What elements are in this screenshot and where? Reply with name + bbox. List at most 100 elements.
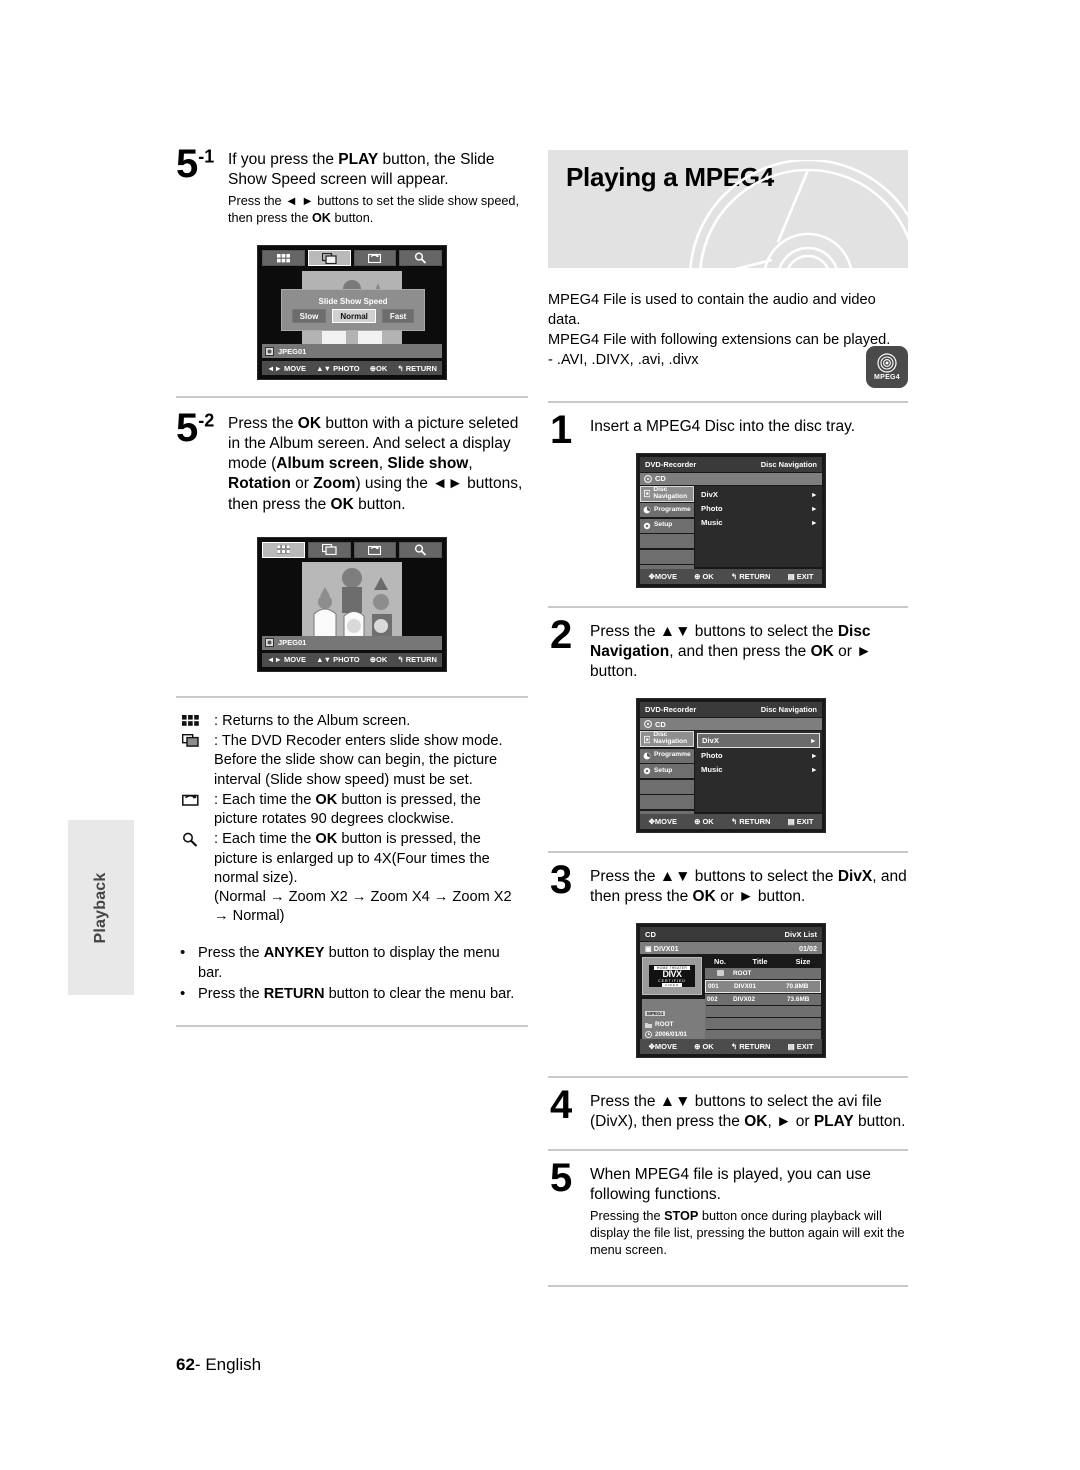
legend-slideshow: : The DVD Recoder enters slide show mode… [176,732,528,790]
key-return: ↰ RETURN [397,363,437,373]
chevron-right-icon: ▸ [812,489,816,499]
zoom-icon[interactable] [399,541,442,558]
folder-icon [645,1023,652,1029]
gear-icon [643,767,651,775]
row-size: 73.6MB [787,996,810,1004]
right-arrow-icon: ► [738,888,754,906]
chevron-right-icon: ▸ [812,765,816,775]
album-grid-icon [182,714,200,729]
osd-disc-row: CD [640,472,822,485]
section-tab-playback: Playback [68,820,134,995]
osd-disc-label: CD [655,474,666,484]
step-5-subtext: Pressing the STOP button once during pla… [590,1208,905,1258]
osd-content: DivX ▸ Photo ▸ Music ▸ [695,731,822,813]
speed-option-slow[interactable]: Slow [291,309,327,324]
programme-icon [643,506,651,514]
menu-item-music[interactable]: Music ▸ [697,763,820,776]
menu-item-divx[interactable]: DivX ▸ [697,488,820,501]
osd-disc-navigation-2: DVD-Recorder Disc Navigation CD Disc Nav… [636,698,826,834]
osd-file-counter: 01/02 [799,943,817,953]
osd-disc-navigation-1: DVD-Recorder Disc Navigation CD Disc Nav… [636,452,826,588]
slideshow-icon[interactable] [307,541,351,558]
key-move: ✥MOVE [648,817,677,827]
sidebar-item-label: Disc Navigation [653,485,688,500]
table-row[interactable]: ROOT [705,968,821,980]
osd-key-bar: ◄► MOVE ▲▼ PHOTO ⊕OK ↰ RETURN [262,652,442,667]
osd-device-name: DVD-Recorder [645,705,697,715]
sidebar-item-setup[interactable]: Setup [640,764,694,779]
osd-subheader: ▣ DIVX01 01/02 [640,942,822,955]
step-4: 4 Press the ▲▼ buttons to select the avi… [548,1085,908,1132]
intro-line-3: - .AVI, .DIVX, .avi, .divx [548,352,699,369]
key-ok: ⊕ OK [694,571,714,581]
zoom-icon[interactable] [399,250,442,267]
logo-bottom-text: VIDEO [661,982,683,987]
osd-disc-label: CD [655,719,666,729]
divx-certified-logo: HOME THEATER DIVX CERTIFIED VIDEO [649,965,695,988]
menu-item-label: Music [701,517,723,527]
key-exit: ▤ EXIT [787,817,814,827]
sidebar-item-label: Disc Navigation [653,731,688,746]
table-row[interactable]: 001 DIVX01 70.8MB [705,980,821,994]
osd-file-label: JPEG01 [278,346,307,356]
album-icon[interactable] [262,250,305,267]
up-down-arrows: ▲▼ [659,622,691,640]
osd-sidebar: Disc Navigation Programme Setup [640,731,694,825]
osd-file-label: JPEG01 [278,638,307,648]
osd-toolbar [262,541,442,558]
menu-item-photo[interactable]: Photo ▸ [697,749,820,762]
step-5-2-text: Press the OK button with a picture selet… [228,415,523,513]
column-title: Title [752,957,768,967]
osd-slide-show-speed: Slide Show Speed Slow Normal Fast JPEG01… [257,245,447,381]
osd-picture-preview [302,561,402,640]
osd-status-bar: JPEG01 [262,635,442,650]
key-move: ✥MOVE [648,1042,677,1052]
speed-option-fast[interactable]: Fast [381,309,415,324]
key-exit: ▤ EXIT [787,1042,814,1052]
section-tab-label: Playback [92,872,109,943]
rotate-icon[interactable] [353,250,397,267]
section-banner: Playing a MPEG4 [548,150,908,268]
key-move: ✥MOVE [648,571,677,581]
sidebar-item-disc-navigation[interactable]: Disc Navigation [640,485,694,502]
divider [548,605,908,608]
menu-item-photo[interactable]: Photo ▸ [697,502,820,515]
step-2-number: 2 [550,612,573,657]
osd-key-bar: ◄► MOVE ▲▼ PHOTO ⊕OK ↰ RETURN [262,361,442,376]
logo-main-text: DIVX [662,968,682,979]
key-photo: ▲▼ PHOTO [316,363,360,373]
sidebar-blank [640,779,694,794]
right-arrow-icon: ► [776,1113,792,1131]
speed-options: Slow Normal Fast [291,309,415,324]
osd-header-right: DivX List [784,929,818,939]
rotate-icon[interactable] [353,541,397,558]
osd-header: DVD-Recorder Disc Navigation [640,702,822,718]
sidebar-item-disc-navigation[interactable]: Disc Navigation [640,731,694,748]
row-no: 001 [708,983,719,991]
sidebar-item-setup[interactable]: Setup [640,518,694,533]
up-down-arrows: ▲▼ [659,868,691,886]
key-photo: ▲▼ PHOTO [316,655,360,665]
column-size: Size [795,957,811,967]
intro-line-2: MPEG4 File with following extensions can… [548,332,891,349]
osd-divx-list: CD DivX List ▣ DIVX01 01/02 HOME THEATER… [636,923,826,1059]
row-no: 002 [707,996,718,1004]
menu-item-divx[interactable]: DivX ▸ [697,733,820,749]
divider [176,695,528,698]
key-move: ◄► MOVE [267,655,307,665]
left-right-arrows: ◄ ► [285,194,314,209]
slideshow-icon[interactable] [307,250,351,267]
column-no: No. [714,957,726,967]
menu-item-music[interactable]: Music ▸ [697,516,820,529]
table-row[interactable]: 002 DIVX02 73.6MB [705,994,821,1006]
step-5-text: When MPEG4 file is played, you can use f… [590,1165,871,1203]
info-folder: ROOT [645,1020,703,1030]
left-column: 5-1 If you press the PLAY button, the Sl… [176,144,528,1043]
sidebar-item-programme[interactable]: Programme [640,748,694,763]
speed-option-normal[interactable]: Normal [332,309,376,324]
sidebar-item-programme[interactable]: Programme [640,503,694,518]
gear-icon [643,522,651,529]
album-icon[interactable] [262,541,305,558]
disc-icon [644,720,652,728]
step-5-2-number: 5-2 [176,406,215,451]
